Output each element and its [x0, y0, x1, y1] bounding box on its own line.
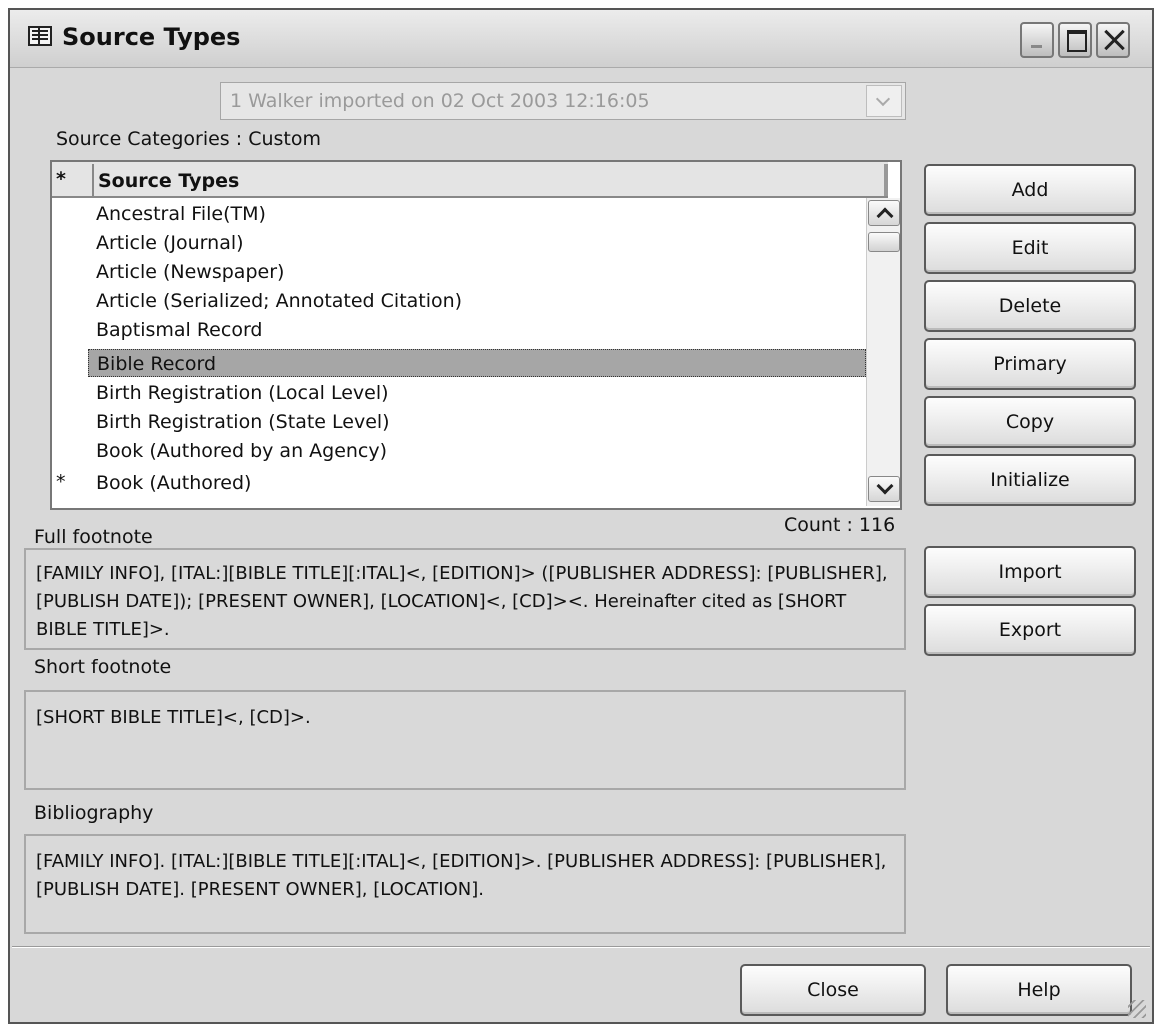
list-item[interactable]: Article (Serialized; Annotated Citation) [88, 287, 866, 315]
count-label: Count : 116 [784, 514, 896, 536]
delete-button[interactable]: Delete [924, 280, 1136, 332]
list-item[interactable]: Article (Newspaper) [88, 258, 866, 286]
list-item[interactable]: Baptismal Record [88, 316, 866, 344]
source-categories-label: Source Categories : Custom [56, 128, 321, 150]
header-separator [92, 164, 94, 196]
window-form-icon [28, 26, 52, 46]
minimize-button[interactable] [1020, 22, 1054, 58]
help-button[interactable]: Help [946, 964, 1132, 1016]
bibliography-label: Bibliography [34, 802, 154, 824]
resize-grip-icon[interactable] [1128, 1000, 1146, 1018]
edit-button[interactable]: Edit [924, 222, 1136, 274]
bibliography-text[interactable]: [FAMILY INFO]. [ITAL:][BIBLE TITLE][:ITA… [24, 834, 906, 934]
footer-divider [12, 946, 1150, 948]
header-marker-column: * [56, 168, 66, 190]
list-item[interactable]: Ancestral File(TM) [88, 200, 866, 228]
column-header-source-types[interactable]: Source Types [98, 170, 239, 192]
short-footnote-text[interactable]: [SHORT BIBLE TITLE]<, [CD]>. [24, 690, 906, 790]
export-button[interactable]: Export [924, 604, 1136, 656]
maximize-button[interactable] [1058, 22, 1092, 58]
copy-button[interactable]: Copy [924, 396, 1136, 448]
new-record-marker: * [56, 471, 66, 493]
initialize-button[interactable]: Initialize [924, 454, 1136, 506]
list-item[interactable]: Birth Registration (Local Level) [88, 379, 866, 407]
window-title: Source Types [62, 23, 241, 51]
add-button[interactable]: Add [924, 164, 1136, 216]
full-footnote-text[interactable]: [FAMILY INFO], [ITAL:][BIBLE TITLE][:ITA… [24, 548, 906, 650]
header-end-separator [884, 164, 888, 196]
scroll-down-icon[interactable] [868, 476, 900, 502]
full-footnote-label: Full footnote [34, 526, 153, 548]
list-item-selected[interactable]: Bible Record [88, 349, 866, 377]
chevron-down-icon[interactable] [866, 85, 902, 117]
short-footnote-label: Short footnote [34, 656, 172, 678]
list-item[interactable]: Article (Journal) [88, 229, 866, 257]
import-button[interactable]: Import [924, 546, 1136, 598]
scrollbar-thumb[interactable] [868, 232, 900, 252]
database-select-value: 1 Walker imported on 02 Oct 2003 12:16:0… [230, 90, 650, 112]
close-button[interactable]: Close [740, 964, 926, 1016]
close-window-button[interactable] [1096, 22, 1130, 58]
primary-button[interactable]: Primary [924, 338, 1136, 390]
list-item[interactable]: Book (Authored by an Agency) [88, 437, 866, 465]
list-item[interactable]: Birth Registration (State Level) [88, 408, 866, 436]
scroll-up-icon[interactable] [868, 200, 900, 226]
list-item[interactable]: Book (Authored) [88, 469, 866, 497]
